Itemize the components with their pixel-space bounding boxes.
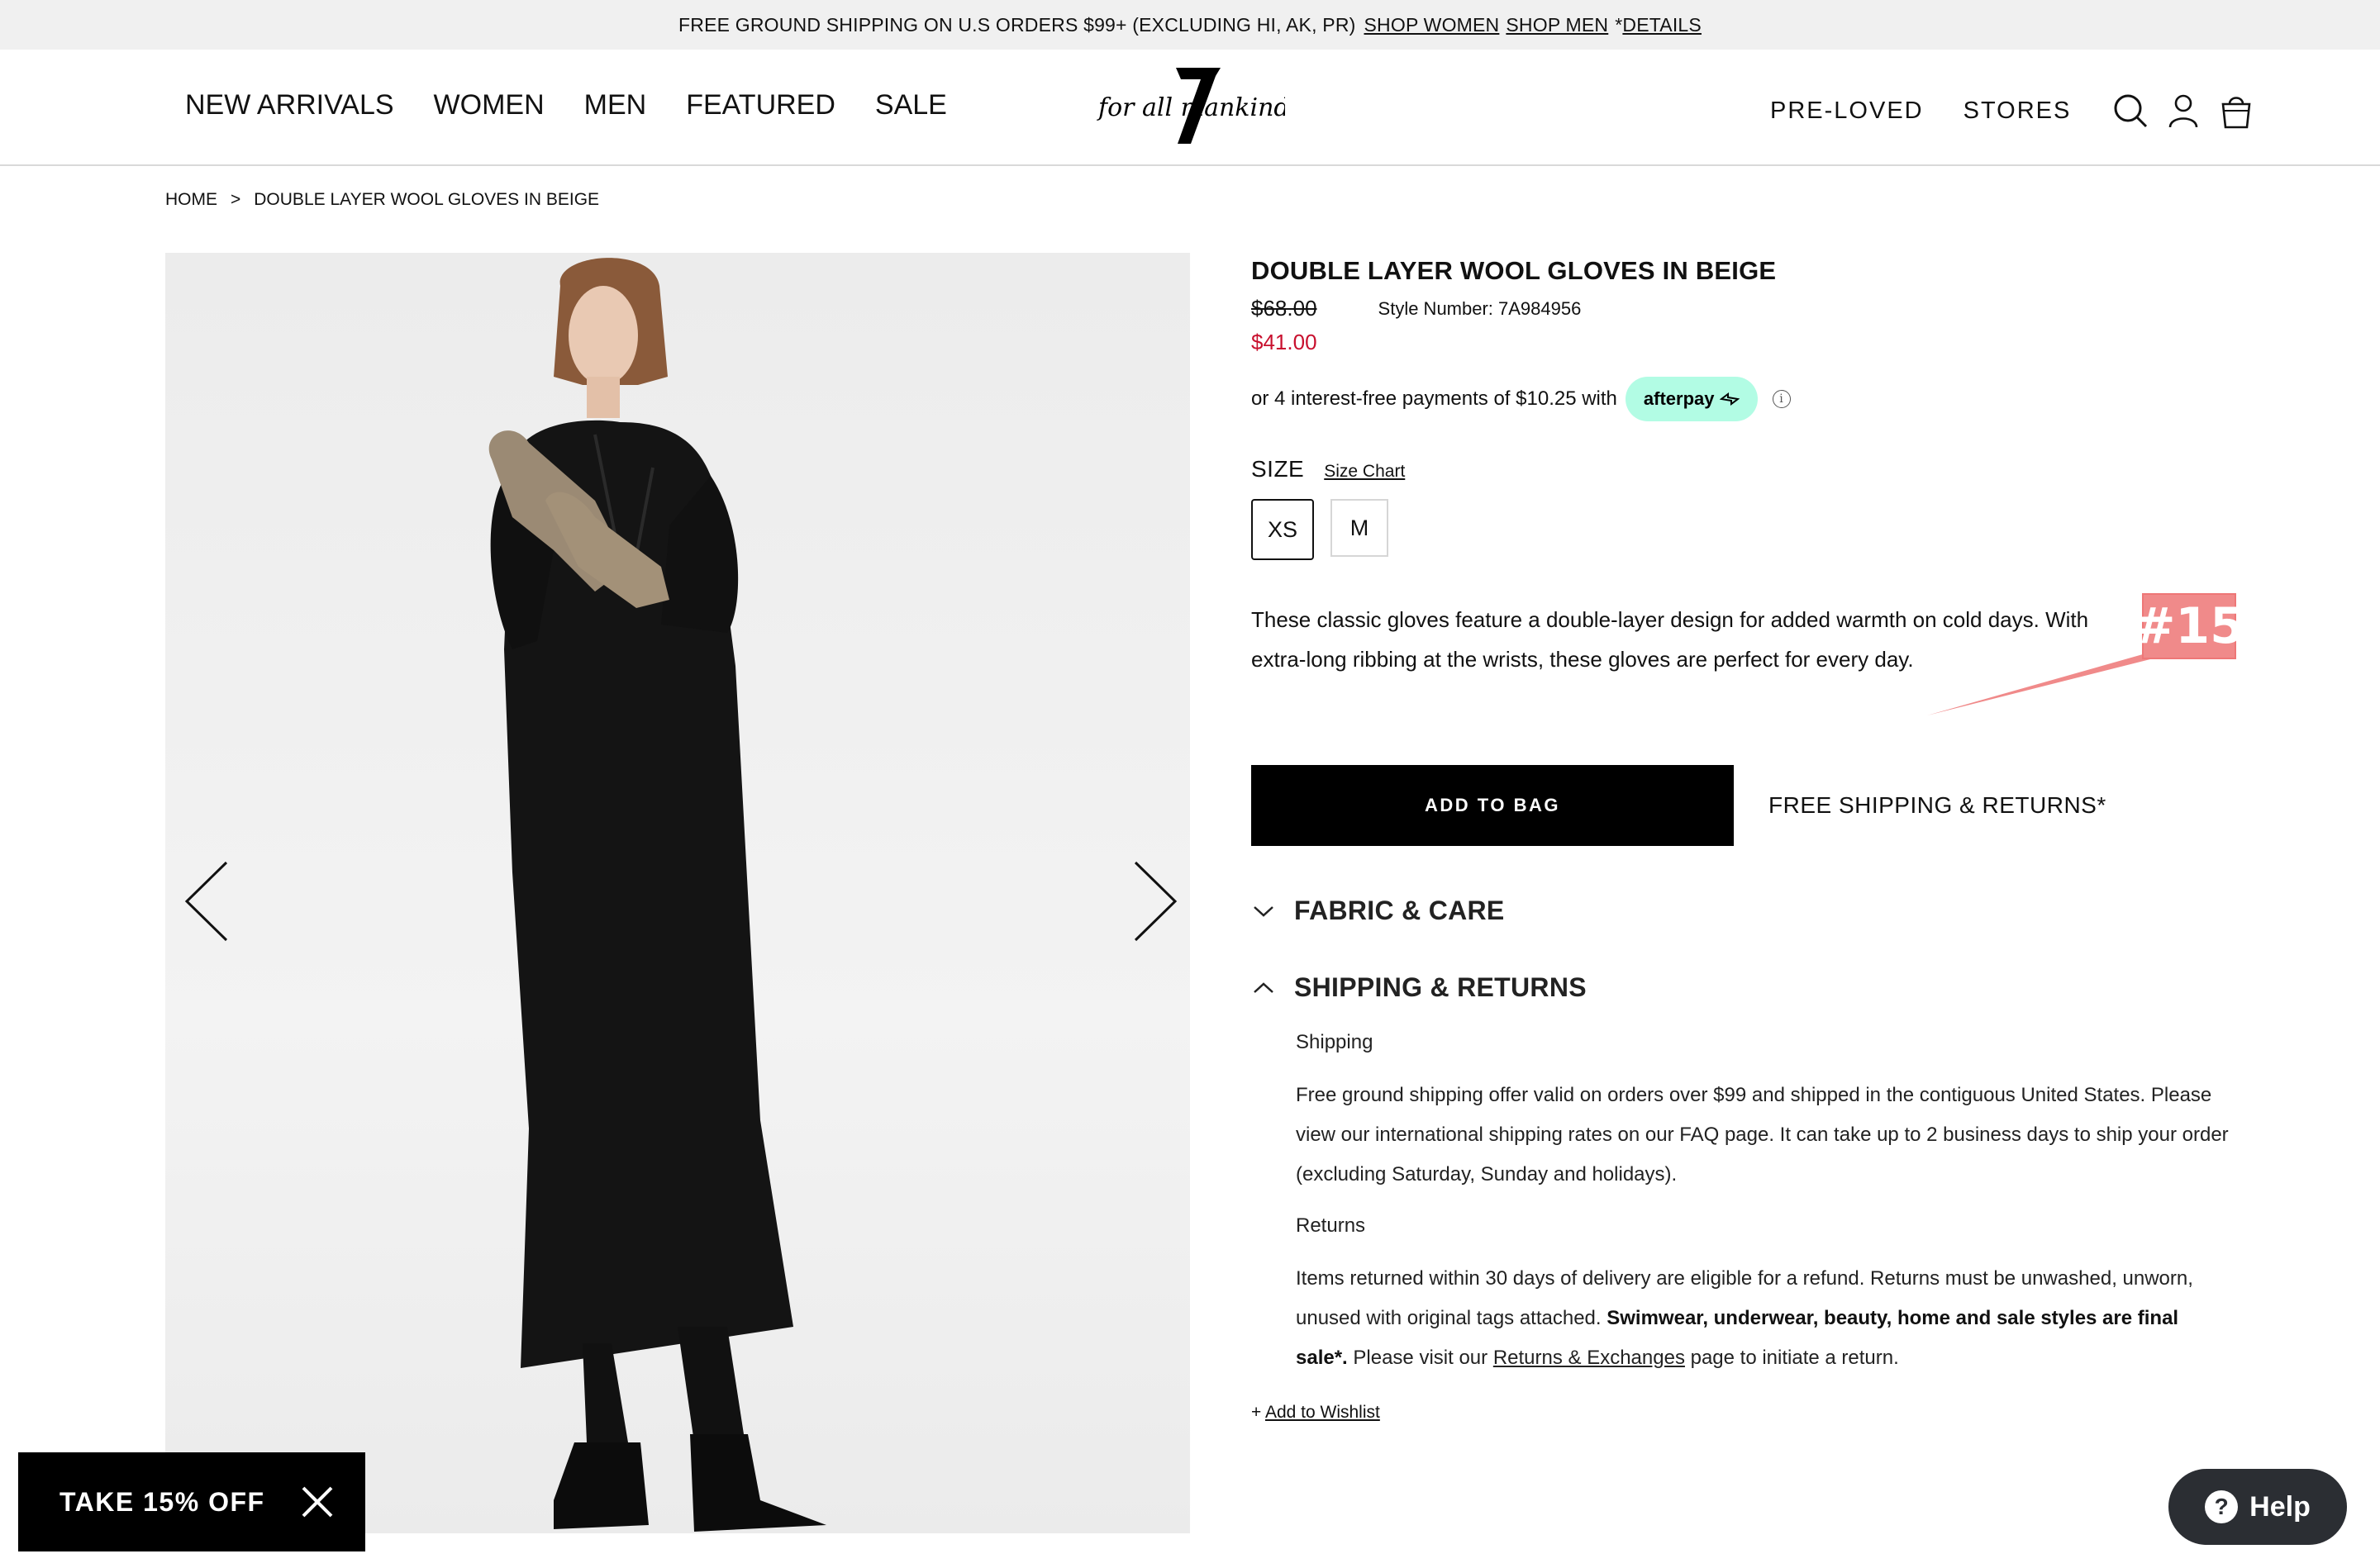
chevron-down-icon (1254, 905, 1273, 917)
promo-bar: FREE GROUND SHIPPING ON U.S ORDERS $99+ … (0, 0, 2380, 50)
account-icon[interactable] (2163, 91, 2203, 131)
breadcrumb-separator: > (231, 190, 241, 209)
sale-price: $41.00 (1251, 330, 1317, 354)
nav-new-arrivals[interactable]: NEW ARRIVALS (185, 89, 394, 121)
add-to-bag-button[interactable]: ADD TO BAG (1251, 765, 1734, 846)
shipping-returns-content: Shipping Free ground shipping offer vali… (1296, 1031, 2230, 1378)
afterpay-badge-label: afterpay (1643, 388, 1715, 409)
discount-popup: TAKE 15% OFF (18, 1452, 365, 1551)
size-option-xs[interactable]: XS (1251, 499, 1314, 560)
product-image-gallery[interactable] (165, 253, 1190, 1533)
breadcrumb: HOME > DOUBLE LAYER WOOL GLOVES IN BEIGE (165, 190, 599, 210)
take-offer-button[interactable]: TAKE 15% OFF (60, 1487, 265, 1518)
product-photo (488, 258, 826, 1532)
bag-icon[interactable] (2216, 91, 2256, 131)
shop-men-link[interactable]: SHOP MEN (1506, 14, 1608, 36)
shipping-heading: Shipping (1296, 1031, 1373, 1053)
nav-sale[interactable]: SALE (875, 89, 947, 121)
size-label: SIZE (1251, 456, 1305, 482)
returns-exchanges-link[interactable]: Returns & Exchanges (1493, 1347, 1685, 1369)
nav-stores[interactable]: STORES (1963, 97, 2072, 125)
free-shipping-link[interactable]: FREE SHIPPING & RETURNS* (1768, 792, 2106, 819)
next-image-arrow-icon[interactable] (1127, 856, 1185, 947)
size-option-m[interactable]: M (1330, 499, 1388, 557)
question-icon: ? (2205, 1490, 2239, 1523)
site-header: NEW ARRIVALS WOMEN MEN FEATURED SALE for… (0, 50, 2380, 166)
accordion-shipping-returns-title: SHIPPING & RETURNS (1294, 972, 1587, 1002)
close-icon[interactable] (300, 1485, 335, 1519)
prev-image-arrow-icon[interactable] (177, 856, 235, 947)
afterpay-logo-icon (1719, 392, 1740, 406)
nav-pre-loved[interactable]: PRE-LOVED (1770, 97, 1924, 125)
search-icon[interactable] (2111, 91, 2150, 131)
breadcrumb-home[interactable]: HOME (165, 190, 217, 210)
accordion-fabric-care[interactable]: FABRIC & CARE (1251, 896, 2243, 926)
product-description: These classic gloves feature a double-la… (1251, 607, 2089, 672)
breadcrumb-current: DOUBLE LAYER WOOL GLOVES IN BEIGE (254, 190, 600, 209)
shop-women-link[interactable]: SHOP WOMEN (1364, 14, 1500, 36)
wishlist-row: + Add to Wishlist (1251, 1403, 2243, 1423)
nav-women[interactable]: WOMEN (434, 89, 545, 121)
size-options: XS M (1251, 499, 2243, 560)
afterpay-badge[interactable]: afterpay (1625, 377, 1758, 421)
size-row: SIZE Size Chart (1251, 456, 2243, 482)
returns-initiate-text: page to initiate a return. (1690, 1347, 1899, 1369)
help-button[interactable]: ? Help (2168, 1469, 2347, 1545)
accordion-shipping-returns[interactable]: SHIPPING & RETURNS (1251, 972, 2243, 1003)
size-chart-link[interactable]: Size Chart (1324, 462, 1405, 482)
product-info: DOUBLE LAYER WOOL GLOVES IN BEIGE $68.00… (1251, 253, 2243, 1423)
original-price: $68.00 (1251, 296, 1317, 321)
returns-visit-text: Please visit our (1353, 1347, 1488, 1369)
main-nav: NEW ARRIVALS WOMEN MEN FEATURED SALE (185, 89, 987, 121)
annotation-tag: #15 (2134, 593, 2244, 659)
details-link[interactable]: DETAILS (1622, 14, 1702, 36)
accordion-fabric-care-title: FABRIC & CARE (1294, 896, 1505, 925)
brand-logo[interactable]: for all mankind (1095, 66, 1285, 145)
promo-text: FREE GROUND SHIPPING ON U.S ORDERS $99+ … (678, 13, 1356, 36)
shipping-text: Free ground shipping offer valid on orde… (1296, 1084, 2229, 1186)
add-to-wishlist-link[interactable]: Add to Wishlist (1265, 1403, 1380, 1422)
nav-featured[interactable]: FEATURED (686, 89, 835, 121)
utility-nav: PRE-LOVED STORES (1770, 91, 2269, 131)
nav-men[interactable]: MEN (584, 89, 647, 121)
chevron-up-icon (1254, 981, 1273, 993)
product-title: DOUBLE LAYER WOOL GLOVES IN BEIGE (1251, 256, 1777, 285)
help-label: Help (2249, 1490, 2311, 1523)
afterpay-text: or 4 interest-free payments of $10.25 wi… (1251, 387, 1617, 410)
info-icon[interactable]: i (1772, 390, 1791, 408)
returns-heading: Returns (1296, 1214, 1366, 1237)
style-number: Style Number: 7A984956 (1378, 297, 1582, 319)
details-wrapper: *DETAILS (1615, 14, 1702, 36)
logo-text: for all mankind (1097, 93, 1285, 122)
wishlist-plus: + (1251, 1403, 1262, 1422)
purchase-row: ADD TO BAG FREE SHIPPING & RETURNS* (1251, 765, 2243, 846)
afterpay-row: or 4 interest-free payments of $10.25 wi… (1251, 377, 2243, 421)
returns-paragraph: Items returned within 30 days of deliver… (1296, 1259, 2230, 1378)
price-row: $68.00 Style Number: 7A984956 (1251, 296, 2243, 321)
